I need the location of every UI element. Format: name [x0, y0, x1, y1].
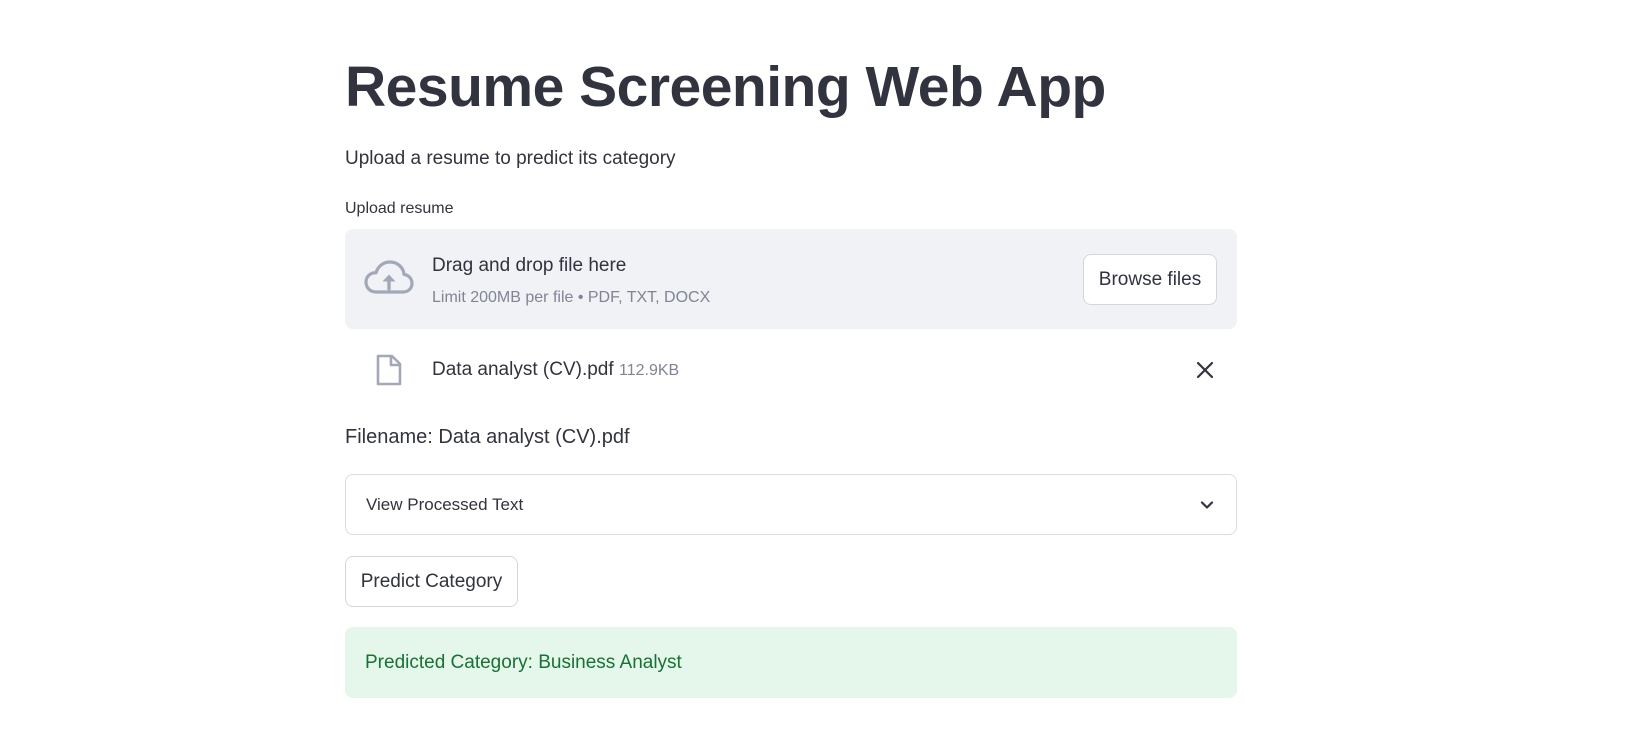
uploaded-file-row: Data analyst (CV).pdf 112.9KB — [345, 348, 1237, 392]
prediction-result-alert: Predicted Category: Business Analyst — [345, 627, 1237, 698]
upload-label: Upload resume — [345, 200, 454, 217]
chevron-down-icon — [1200, 501, 1214, 509]
cloud-upload-icon — [364, 260, 414, 294]
file-dropzone[interactable]: Drag and drop file here Limit 200MB per … — [345, 229, 1237, 329]
prediction-result-text: Predicted Category: Business Analyst — [365, 652, 682, 673]
browse-files-button[interactable]: Browse files — [1083, 254, 1217, 305]
page-title: Resume Screening Web App — [345, 55, 1106, 119]
close-icon[interactable] — [1193, 358, 1217, 382]
file-icon — [376, 354, 402, 386]
uploaded-file-name: Data analyst (CV).pdf — [432, 359, 614, 380]
page-subtitle: Upload a resume to predict its category — [345, 148, 676, 169]
expander-label: View Processed Text — [366, 495, 524, 514]
dropzone-instructions: Drag and drop file here — [432, 255, 627, 276]
predict-category-button[interactable]: Predict Category — [345, 556, 518, 607]
dropzone-limit-text: Limit 200MB per file • PDF, TXT, DOCX — [432, 289, 711, 306]
filename-display: Filename: Data analyst (CV).pdf — [345, 426, 630, 448]
processed-text-expander[interactable]: View Processed Text — [345, 474, 1237, 535]
uploaded-file-size: 112.9KB — [619, 362, 680, 379]
